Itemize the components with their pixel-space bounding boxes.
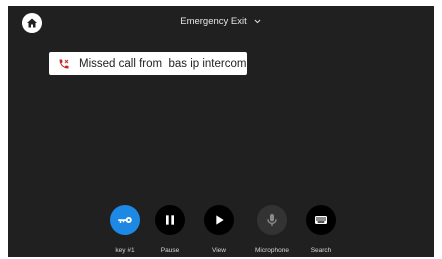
view-button[interactable]: View [189,205,249,254]
call-controls: key #1 Pause View Microphone Search [8,205,434,257]
pause-button-circle[interactable] [155,205,185,235]
missed-call-notification[interactable]: Missed call from bas ip intercom [49,52,247,75]
microphone-label: Microphone [255,247,289,254]
search-label: Search [310,247,332,254]
key-icon [116,211,134,229]
view-label: View [212,247,226,254]
page-title: Emergency Exit [180,16,247,27]
pause-label: Pause [160,247,180,254]
panel-selector[interactable]: Emergency Exit [180,16,262,27]
key-1-label: key #1 [115,247,135,254]
header: Emergency Exit [8,16,434,27]
microphone-icon [264,212,280,228]
microphone-button-circle[interactable] [257,205,287,235]
search-button-circle[interactable] [306,205,336,235]
keyboard-icon [313,212,329,228]
play-icon [211,212,227,228]
search-button[interactable]: Search [291,205,351,254]
key-button-circle[interactable] [110,205,140,235]
pause-icon [162,212,178,228]
intercom-screen: Emergency Exit Missed call from bas ip i… [8,6,434,257]
chevron-down-icon [253,17,262,26]
notification-text: Missed call from bas ip intercom [79,57,247,70]
missed-call-icon [58,58,70,70]
view-button-circle[interactable] [204,205,234,235]
